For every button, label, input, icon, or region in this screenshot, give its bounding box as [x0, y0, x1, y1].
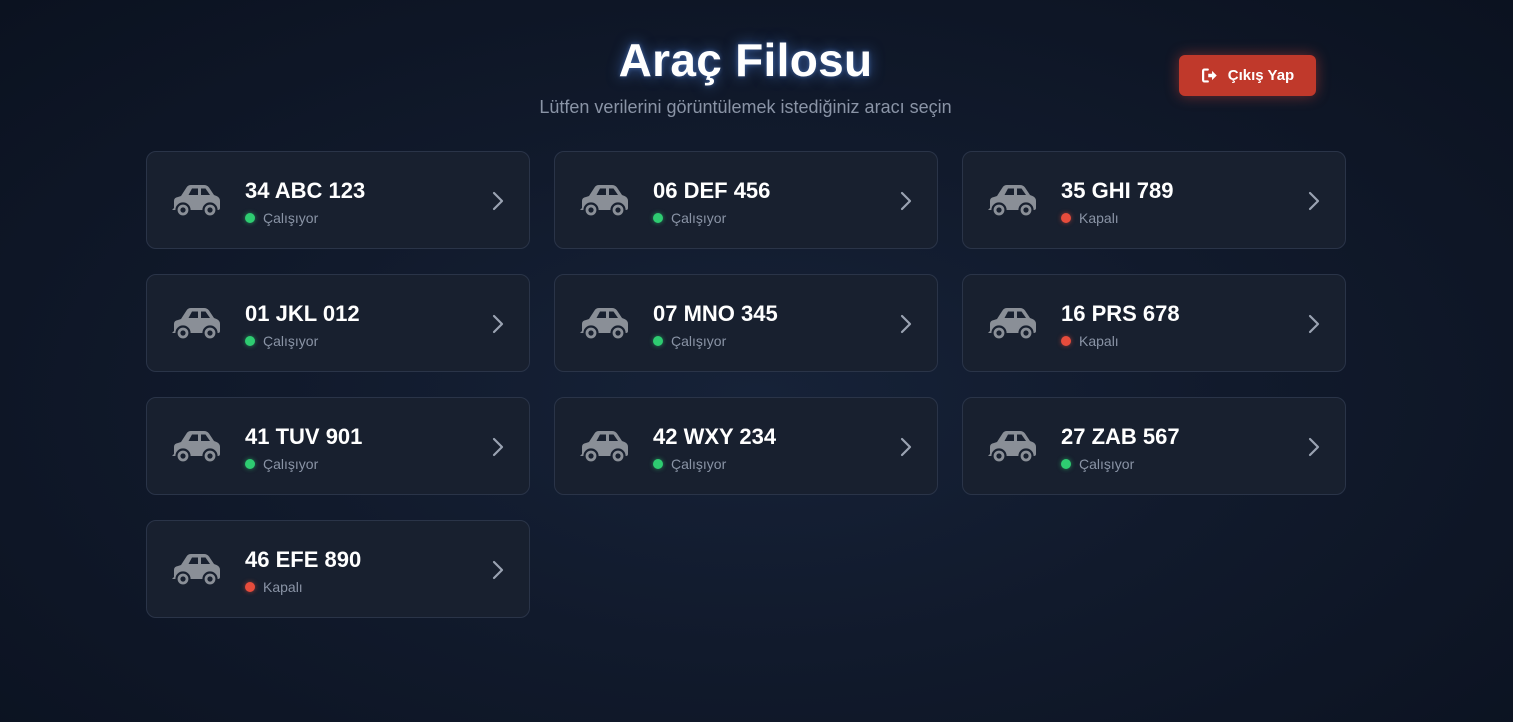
- vehicle-card[interactable]: 35 GHI 789 Kapalı: [962, 151, 1346, 249]
- status-dot-icon: [245, 213, 255, 223]
- vehicle-status-label: Çalışıyor: [671, 456, 727, 472]
- vehicle-card[interactable]: 46 EFE 890 Kapalı: [146, 520, 530, 618]
- vehicle-status: Kapalı: [1061, 333, 1180, 349]
- vehicle-info: 42 WXY 234 Çalışıyor: [653, 424, 776, 472]
- vehicle-status-label: Çalışıyor: [263, 210, 319, 226]
- vehicle-status-label: Çalışıyor: [263, 456, 319, 472]
- chevron-right-icon: [492, 314, 504, 334]
- vehicle-card[interactable]: 01 JKL 012 Çalışıyor: [146, 274, 530, 372]
- vehicle-info: 34 ABC 123 Çalışıyor: [245, 178, 365, 226]
- vehicle-card[interactable]: 07 MNO 345 Çalışıyor: [554, 274, 938, 372]
- page-subtitle: Lütfen verilerini görüntülemek istediğin…: [539, 97, 952, 117]
- status-dot-icon: [1061, 459, 1071, 469]
- car-icon: [580, 308, 628, 341]
- chevron-right-icon: [1308, 191, 1320, 211]
- vehicle-info: 01 JKL 012 Çalışıyor: [245, 301, 360, 349]
- car-icon: [172, 185, 220, 218]
- vehicle-status: Çalışıyor: [653, 456, 776, 472]
- vehicle-plate: 34 ABC 123: [245, 178, 366, 203]
- vehicle-status-label: Çalışıyor: [263, 333, 319, 349]
- status-dot-icon: [1061, 336, 1071, 346]
- vehicle-status-label: Çalışıyor: [671, 210, 727, 226]
- vehicle-info: 07 MNO 345 Çalışıyor: [653, 301, 778, 349]
- car-icon: [580, 185, 628, 218]
- chevron-right-icon: [492, 191, 504, 211]
- vehicle-plate: 42 WXY 234: [653, 424, 777, 449]
- vehicle-info: 16 PRS 678 Kapalı: [1061, 301, 1180, 349]
- logout-button[interactable]: Çıkış Yap: [1179, 55, 1316, 96]
- logout-label: Çıkış Yap: [1227, 67, 1295, 84]
- chevron-right-icon: [900, 191, 912, 211]
- chevron-right-icon: [492, 437, 504, 457]
- vehicle-status-label: Kapalı: [1079, 210, 1119, 226]
- vehicle-status-label: Kapalı: [1079, 333, 1119, 349]
- car-icon: [988, 431, 1036, 464]
- vehicle-plate: 07 MNO 345: [653, 301, 778, 326]
- vehicle-info: 27 ZAB 567 Çalışıyor: [1061, 424, 1180, 472]
- vehicle-plate: 01 JKL 012: [245, 301, 360, 326]
- chevron-right-icon: [900, 437, 912, 457]
- vehicle-status: Çalışıyor: [653, 333, 778, 349]
- vehicle-plate: 27 ZAB 567: [1061, 424, 1180, 449]
- status-dot-icon: [653, 336, 663, 346]
- vehicle-card[interactable]: 42 WXY 234 Çalışıyor: [554, 397, 938, 495]
- vehicle-info: 06 DEF 456 Çalışıyor: [653, 178, 770, 226]
- vehicle-status: Çalışıyor: [1061, 456, 1180, 472]
- vehicle-card[interactable]: 34 ABC 123 Çalışıyor: [146, 151, 530, 249]
- vehicle-info: 35 GHI 789 Kapalı: [1061, 178, 1174, 226]
- vehicle-card[interactable]: 27 ZAB 567 Çalışıyor: [962, 397, 1346, 495]
- car-icon: [988, 308, 1036, 341]
- vehicle-grid: 34 ABC 123 Çalışıyor 06 DEF 456 Çalışıyo…: [146, 151, 1346, 618]
- car-icon: [172, 554, 220, 587]
- status-dot-icon: [245, 336, 255, 346]
- chevron-right-icon: [1308, 437, 1320, 457]
- car-icon: [580, 431, 628, 464]
- vehicle-plate: 06 DEF 456: [653, 178, 771, 203]
- vehicle-status: Çalışıyor: [245, 210, 365, 226]
- vehicle-status: Çalışıyor: [653, 210, 770, 226]
- vehicle-card[interactable]: 41 TUV 901 Çalışıyor: [146, 397, 530, 495]
- status-dot-icon: [653, 213, 663, 223]
- car-icon: [172, 431, 220, 464]
- vehicle-status: Çalışıyor: [245, 456, 362, 472]
- vehicle-plate: 41 TUV 901: [245, 424, 363, 449]
- vehicle-info: 41 TUV 901 Çalışıyor: [245, 424, 362, 472]
- vehicle-status-label: Çalışıyor: [671, 333, 727, 349]
- chevron-right-icon: [492, 560, 504, 580]
- vehicle-status: Kapalı: [1061, 210, 1174, 226]
- car-icon: [172, 308, 220, 341]
- status-dot-icon: [245, 582, 255, 592]
- vehicle-status-label: Çalışıyor: [1079, 456, 1135, 472]
- status-dot-icon: [1061, 213, 1071, 223]
- vehicle-status: Çalışıyor: [245, 333, 360, 349]
- status-dot-icon: [245, 459, 255, 469]
- car-icon: [988, 185, 1036, 218]
- vehicle-status: Kapalı: [245, 579, 361, 595]
- vehicle-plate: 16 PRS 678: [1061, 301, 1180, 326]
- chevron-right-icon: [900, 314, 912, 334]
- vehicle-plate: 35 GHI 789: [1061, 178, 1174, 203]
- chevron-right-icon: [1308, 314, 1320, 334]
- vehicle-info: 46 EFE 890 Kapalı: [245, 547, 361, 595]
- vehicle-card[interactable]: 06 DEF 456 Çalışıyor: [554, 151, 938, 249]
- vehicle-plate: 46 EFE 890: [245, 547, 362, 572]
- logout-icon: [1201, 68, 1217, 83]
- vehicle-card[interactable]: 16 PRS 678 Kapalı: [962, 274, 1346, 372]
- status-dot-icon: [653, 459, 663, 469]
- vehicle-status-label: Kapalı: [263, 579, 303, 595]
